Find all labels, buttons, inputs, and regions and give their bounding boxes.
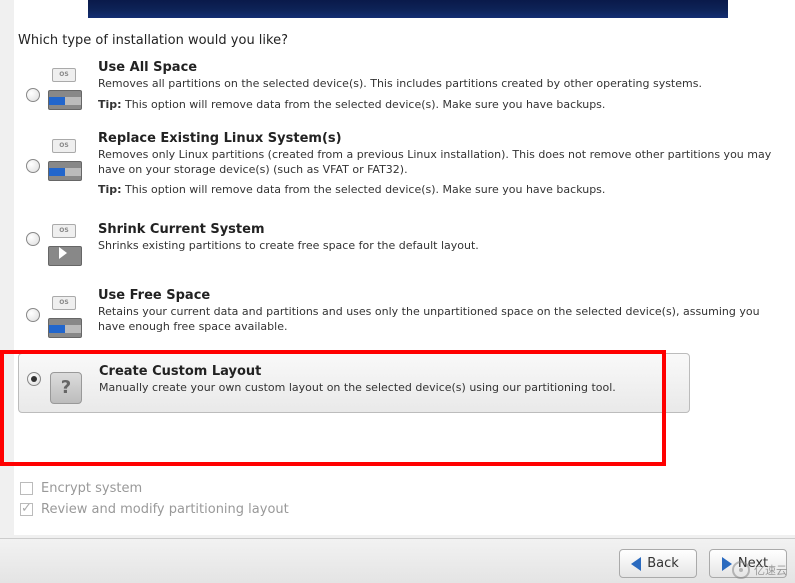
option-title: Shrink Current System: [98, 222, 773, 237]
back-button[interactable]: Back: [619, 549, 697, 578]
forward-arrow-icon: [722, 557, 732, 571]
option-free-space[interactable]: OS Use Free Space Retains your current d…: [18, 282, 785, 349]
option-description: Removes all partitions on the selected d…: [98, 77, 773, 92]
radio-free-space[interactable]: [26, 308, 40, 322]
question-text: Which type of installation would you lik…: [18, 33, 288, 48]
watermark-logo-icon: [732, 561, 750, 579]
header-banner: [88, 0, 728, 18]
back-button-label: Back: [647, 556, 679, 571]
option-tip: Tip: This option will remove data from t…: [98, 98, 773, 113]
use-all-space-icon: OS: [48, 68, 82, 110]
radio-replace-linux[interactable]: [26, 159, 40, 173]
option-description: Retains your current data and partitions…: [98, 305, 773, 335]
option-use-all-space[interactable]: OS Use All Space Removes all partitions …: [18, 54, 785, 121]
radio-custom-layout[interactable]: [27, 372, 41, 386]
option-title: Create Custom Layout: [99, 364, 677, 379]
review-layout-checkbox: [20, 503, 33, 516]
review-layout-label: Review and modify partitioning layout: [41, 502, 289, 517]
watermark-text: 亿速云: [754, 562, 787, 578]
radio-shrink[interactable]: [26, 232, 40, 246]
extra-options: Encrypt system Review and modify partiti…: [20, 481, 289, 523]
encrypt-system-label: Encrypt system: [41, 481, 142, 496]
installer-panel: Which type of installation would you lik…: [14, 0, 795, 535]
option-title: Replace Existing Linux System(s): [98, 131, 773, 146]
back-arrow-icon: [631, 557, 641, 571]
review-layout-row: Review and modify partitioning layout: [20, 502, 289, 517]
replace-linux-icon: OS: [48, 139, 82, 181]
option-description: Manually create your own custom layout o…: [99, 381, 677, 396]
radio-use-all-space[interactable]: [26, 88, 40, 102]
option-tip: Tip: This option will remove data from t…: [98, 183, 773, 198]
option-title: Use All Space: [98, 60, 773, 75]
option-description: Removes only Linux partitions (created f…: [98, 148, 773, 178]
custom-layout-icon: ?: [50, 372, 82, 404]
encrypt-system-row: Encrypt system: [20, 481, 289, 496]
shrink-icon: OS: [48, 224, 82, 266]
free-space-icon: OS: [48, 296, 82, 338]
option-description: Shrinks existing partitions to create fr…: [98, 239, 773, 254]
footer-bar: Back Next 亿速云: [0, 538, 795, 583]
option-title: Use Free Space: [98, 288, 773, 303]
option-custom-layout[interactable]: ? Create Custom Layout Manually create y…: [18, 353, 690, 413]
install-type-options: OS Use All Space Removes all partitions …: [18, 54, 785, 417]
encrypt-system-checkbox: [20, 482, 33, 495]
watermark: 亿速云: [732, 561, 787, 579]
option-replace-linux[interactable]: OS Replace Existing Linux System(s) Remo…: [18, 125, 785, 207]
option-shrink[interactable]: OS Shrink Current System Shrinks existin…: [18, 210, 785, 278]
